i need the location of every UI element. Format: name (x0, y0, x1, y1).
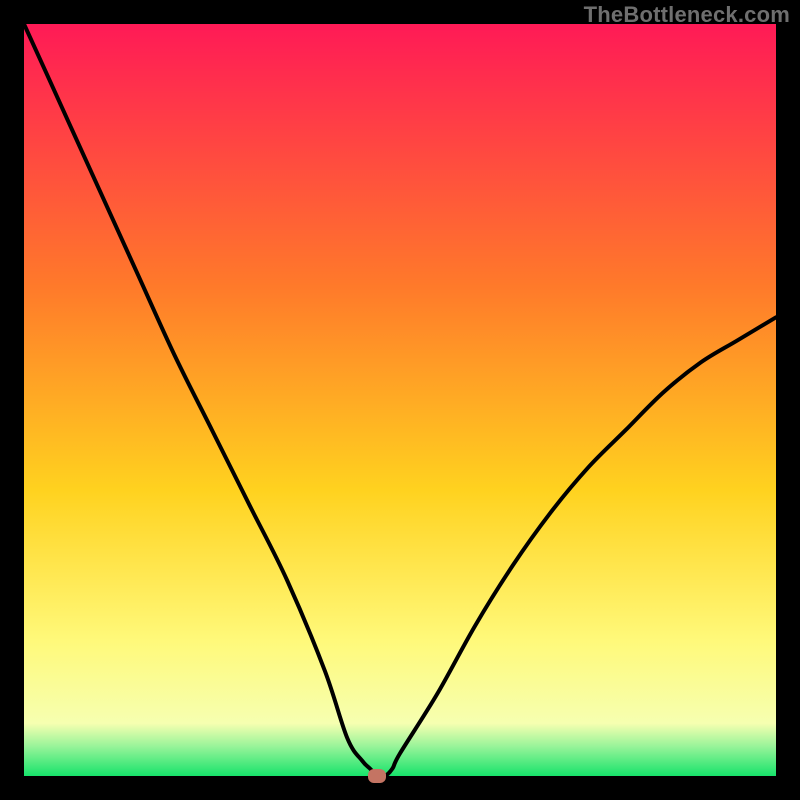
optimum-marker (368, 769, 386, 783)
plot-area (24, 24, 776, 776)
chart-frame: TheBottleneck.com (0, 0, 800, 800)
gradient-background (24, 24, 776, 776)
plot-svg (24, 24, 776, 776)
